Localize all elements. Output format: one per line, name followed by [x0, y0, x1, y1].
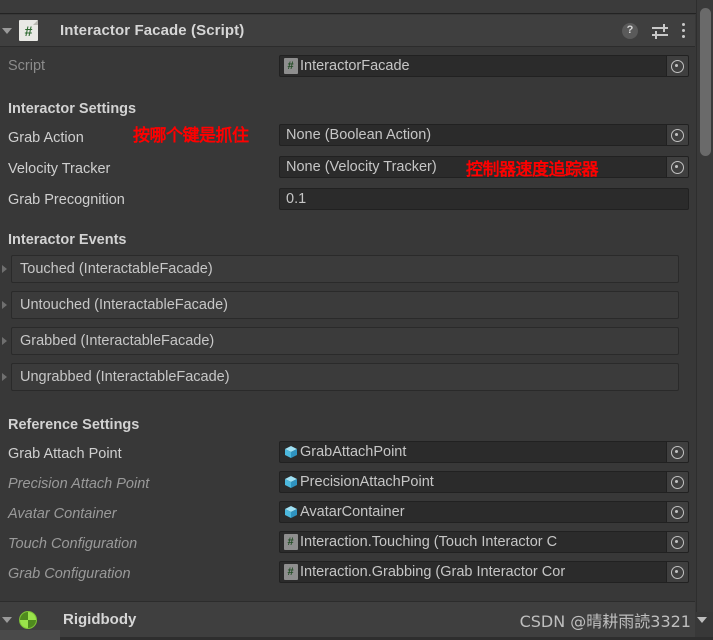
watermark-text: CSDN @晴耕雨読3321	[519, 612, 691, 631]
label-avatar-container: Avatar Container	[8, 506, 117, 522]
chevron-right-icon[interactable]	[2, 337, 7, 345]
grab-action-value: None (Boolean Action)	[286, 127, 432, 143]
label-grab-action: Grab Action	[8, 130, 84, 146]
grab-attach-point-picker-button[interactable]	[666, 442, 688, 462]
grab-precognition-input[interactable]: 0.1	[279, 188, 689, 210]
section-header-reference-settings: Reference Settings	[8, 417, 140, 433]
label-touch-configuration: Touch Configuration	[8, 536, 138, 552]
annotation-velocity-tracker: 控制器速度追踪器	[466, 160, 599, 180]
event-row-ungrabbed[interactable]: Ungrabbed (InteractableFacade)	[0, 362, 695, 392]
avatar-container-value: AvatarContainer	[300, 504, 405, 520]
preset-icon[interactable]	[652, 23, 668, 39]
unity-inspector-panel: # Interactor Facade (Script) ? Script # …	[0, 0, 713, 640]
component-header-interactor-facade[interactable]: # Interactor Facade (Script) ?	[0, 15, 695, 47]
script-file-icon: #	[283, 534, 298, 550]
precision-attach-point-value: PrecisionAttachPoint	[300, 474, 434, 490]
script-object-field-value: InteractorFacade	[300, 58, 410, 74]
touch-configuration-object-field[interactable]: # Interaction.Touching (Touch Interactor…	[279, 531, 689, 553]
avatar-container-object-field[interactable]: AvatarContainer	[279, 501, 689, 523]
prefab-cube-icon	[283, 475, 298, 490]
label-velocity-tracker: Velocity Tracker	[8, 161, 111, 177]
rigidbody-foldout-arrow-icon[interactable]	[2, 616, 12, 623]
event-label-touched: Touched (InteractableFacade)	[20, 261, 213, 277]
touch-configuration-picker-button[interactable]	[666, 532, 688, 552]
precision-attach-point-object-field[interactable]: PrecisionAttachPoint	[279, 471, 689, 493]
event-label-ungrabbed: Ungrabbed (InteractableFacade)	[20, 369, 230, 385]
prefab-cube-icon	[283, 445, 298, 460]
event-box-touched[interactable]: Touched (InteractableFacade)	[11, 255, 679, 283]
event-box-untouched[interactable]: Untouched (InteractableFacade)	[11, 291, 679, 319]
event-box-ungrabbed[interactable]: Ungrabbed (InteractableFacade)	[11, 363, 679, 391]
touch-configuration-value: Interaction.Touching (Touch Interactor C	[300, 534, 558, 550]
panel-top-strip	[0, 0, 713, 14]
event-row-grabbed[interactable]: Grabbed (InteractableFacade)	[0, 326, 695, 356]
section-header-interactor-events: Interactor Events	[8, 232, 127, 248]
grab-action-object-field[interactable]: None (Boolean Action)	[279, 124, 689, 146]
script-file-icon: #	[283, 58, 298, 74]
velocity-tracker-picker-button[interactable]	[666, 157, 688, 177]
component-title: Interactor Facade (Script)	[60, 22, 245, 39]
script-row-label: Script	[8, 58, 46, 74]
grab-configuration-object-field[interactable]: # Interaction.Grabbing (Grab Interactor …	[279, 561, 689, 583]
panel-left-edge-accent	[0, 630, 60, 640]
label-precision-attach-point: Precision Attach Point	[8, 476, 150, 492]
component-header-icons: ?	[622, 22, 686, 39]
script-object-picker-button[interactable]	[666, 56, 688, 76]
grab-configuration-picker-button[interactable]	[666, 562, 688, 582]
label-grab-precognition: Grab Precognition	[8, 192, 125, 208]
grab-action-picker-button[interactable]	[666, 125, 688, 145]
help-icon[interactable]: ?	[622, 22, 638, 39]
label-grab-configuration: Grab Configuration	[8, 566, 131, 582]
inspector-scrollbar[interactable]	[696, 0, 713, 612]
rigidbody-icon	[19, 610, 37, 629]
precision-attach-point-picker-button[interactable]	[666, 472, 688, 492]
dropdown-caret-icon[interactable]	[697, 617, 707, 623]
event-label-untouched: Untouched (InteractableFacade)	[20, 297, 228, 313]
kebab-menu-icon[interactable]	[682, 23, 686, 39]
script-object-field[interactable]: # InteractorFacade	[279, 55, 689, 77]
grab-attach-point-object-field[interactable]: GrabAttachPoint	[279, 441, 689, 463]
inspector-scrollbar-thumb[interactable]	[700, 8, 711, 156]
event-box-grabbed[interactable]: Grabbed (InteractableFacade)	[11, 327, 679, 355]
event-label-grabbed: Grabbed (InteractableFacade)	[20, 333, 215, 349]
script-file-icon: #	[19, 20, 38, 41]
chevron-right-icon[interactable]	[2, 301, 7, 309]
script-icon-glyph: #	[283, 564, 298, 580]
annotation-grab-action: 按哪个键是抓住	[133, 126, 249, 146]
prefab-cube-icon	[283, 505, 298, 520]
event-row-touched[interactable]: Touched (InteractableFacade)	[0, 254, 695, 284]
event-row-untouched[interactable]: Untouched (InteractableFacade)	[0, 290, 695, 320]
chevron-right-icon[interactable]	[2, 265, 7, 273]
script-icon-glyph: #	[283, 534, 298, 550]
grab-configuration-value: Interaction.Grabbing (Grab Interactor Co…	[300, 564, 566, 580]
script-icon-glyph: #	[283, 58, 298, 74]
chevron-right-icon[interactable]	[2, 373, 7, 381]
avatar-container-picker-button[interactable]	[666, 502, 688, 522]
section-header-interactor-settings: Interactor Settings	[8, 101, 137, 117]
script-icon-glyph: #	[24, 22, 33, 39]
rigidbody-title: Rigidbody	[63, 611, 137, 628]
grab-attach-point-value: GrabAttachPoint	[300, 444, 407, 460]
component-foldout-arrow-icon[interactable]	[2, 27, 12, 34]
label-grab-attach-point: Grab Attach Point	[8, 446, 122, 462]
script-file-icon: #	[283, 564, 298, 580]
